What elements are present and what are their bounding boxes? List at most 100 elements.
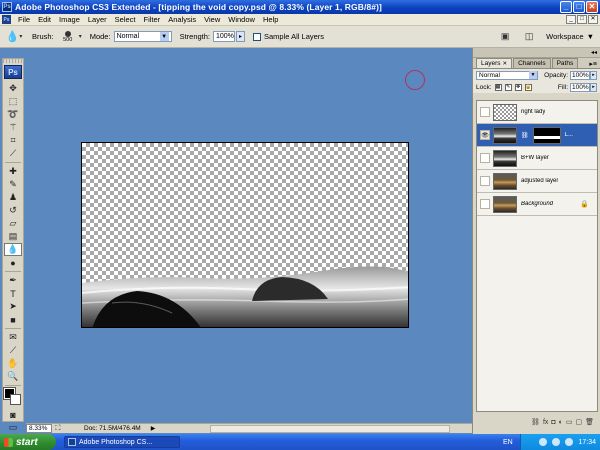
opacity-slider-button[interactable]: ▸: [590, 70, 597, 80]
tray-icon[interactable]: [539, 438, 548, 446]
fill-input[interactable]: 100%: [570, 82, 590, 92]
new-layer-icon[interactable]: ▢: [575, 418, 582, 426]
panel-menu-icon[interactable]: ▸≡: [589, 60, 600, 68]
layer-mask-thumbnail[interactable]: [532, 126, 561, 144]
network-icon[interactable]: [565, 438, 574, 446]
visibility-toggle[interactable]: [480, 199, 490, 209]
status-menu-icon[interactable]: ▶: [151, 425, 156, 432]
lock-all-icon[interactable]: 🔒: [524, 83, 532, 91]
dodge-icon[interactable]: ●: [4, 256, 22, 269]
background-color[interactable]: [10, 394, 21, 405]
close-icon[interactable]: ✕: [503, 61, 508, 67]
new-group-icon[interactable]: ▭: [566, 418, 573, 426]
tab-layers[interactable]: Layers ✕: [476, 58, 513, 68]
tool-preset-picker[interactable]: 💧 ▾: [4, 28, 24, 46]
tab-paths[interactable]: Paths: [551, 58, 579, 68]
close-button[interactable]: ✕: [586, 1, 598, 13]
doc-minimize-button[interactable]: _: [566, 15, 576, 24]
marquee-icon[interactable]: ⬚: [4, 95, 22, 108]
tab-channels[interactable]: Channels: [513, 58, 551, 68]
type-icon[interactable]: T: [4, 287, 22, 300]
slice-icon[interactable]: ⟋: [4, 147, 22, 160]
bridge-icon[interactable]: ▣: [498, 30, 512, 42]
trash-icon[interactable]: 🗑: [585, 418, 594, 426]
panel-grip[interactable]: [3, 59, 23, 63]
palette-well-icon[interactable]: ◫: [522, 30, 536, 42]
color-swatches[interactable]: [3, 387, 22, 406]
crop-icon[interactable]: ⌗: [4, 134, 22, 147]
visibility-toggle[interactable]: [480, 153, 490, 163]
opacity-input[interactable]: 100%: [570, 70, 590, 80]
layer-row[interactable]: B+W layer: [477, 147, 597, 170]
add-mask-icon[interactable]: ◘: [551, 419, 555, 426]
eyedropper-icon[interactable]: ⟋: [4, 344, 22, 357]
lasso-icon[interactable]: ➰: [4, 108, 22, 121]
magic-wand-icon[interactable]: ⚚: [4, 121, 22, 134]
lock-position-icon[interactable]: ✥: [514, 83, 522, 91]
taskbar-item-photoshop[interactable]: Adobe Photoshop CS...: [64, 436, 180, 448]
fill-slider-button[interactable]: ▸: [590, 82, 597, 92]
volume-icon[interactable]: [552, 438, 561, 446]
lock-transparency-icon[interactable]: ▦: [494, 83, 502, 91]
layer-row[interactable]: Background 🔒: [477, 193, 597, 216]
screen-mode-icon[interactable]: ▭: [4, 421, 22, 434]
menu-analysis[interactable]: Analysis: [164, 15, 200, 24]
menu-layer[interactable]: Layer: [84, 15, 111, 24]
hand-icon[interactable]: ✋: [4, 357, 22, 370]
ps-logo[interactable]: Ps: [4, 65, 22, 79]
menu-filter[interactable]: Filter: [140, 15, 165, 24]
menu-file[interactable]: File: [14, 15, 34, 24]
zoom-field[interactable]: 8.33%: [26, 424, 52, 433]
maximize-button[interactable]: □: [573, 1, 585, 13]
move-icon[interactable]: ✥: [4, 82, 22, 95]
gradient-icon[interactable]: ▤: [4, 230, 22, 243]
layer-row[interactable]: 👁 ⛓ L...: [477, 124, 597, 147]
clone-stamp-icon[interactable]: ♟: [4, 191, 22, 204]
lock-pixels-icon[interactable]: ✎: [504, 83, 512, 91]
menu-help[interactable]: Help: [259, 15, 282, 24]
pen-icon[interactable]: ✒: [4, 274, 22, 287]
menu-edit[interactable]: Edit: [34, 15, 55, 24]
chevron-down-icon[interactable]: ▾: [79, 33, 82, 40]
link-layers-icon[interactable]: ⛓: [531, 418, 540, 426]
layer-row[interactable]: adjusted layer: [477, 170, 597, 193]
sample-all-layers-checkbox[interactable]: [253, 32, 261, 41]
language-indicator[interactable]: EN: [503, 439, 513, 446]
notes-icon[interactable]: ✉: [4, 331, 22, 344]
panel-dock-header[interactable]: ◂◂: [473, 48, 600, 58]
document-canvas[interactable]: [81, 142, 409, 328]
chain-icon[interactable]: ⛓: [521, 132, 529, 139]
minimize-button[interactable]: _: [560, 1, 572, 13]
blend-mode-select[interactable]: Normal ▼: [476, 70, 538, 80]
path-selection-icon[interactable]: ➤: [4, 300, 22, 313]
blur-icon[interactable]: 💧: [4, 243, 22, 256]
zoom-icon[interactable]: 🔍: [4, 370, 22, 383]
quick-mask-icon[interactable]: ◙: [4, 408, 22, 421]
doc-restore-button[interactable]: □: [577, 15, 587, 24]
healing-brush-icon[interactable]: ✚: [4, 165, 22, 178]
menu-view[interactable]: View: [200, 15, 224, 24]
brush-picker[interactable]: 500: [57, 28, 79, 46]
history-brush-icon[interactable]: ↺: [4, 204, 22, 217]
brush-icon[interactable]: ✎: [4, 178, 22, 191]
strength-slider-button[interactable]: ▸: [236, 31, 245, 42]
document-icon[interactable]: Ps: [2, 15, 11, 24]
horizontal-scrollbar[interactable]: [210, 425, 450, 433]
visibility-toggle[interactable]: [480, 176, 490, 186]
start-button[interactable]: start: [0, 434, 56, 450]
mode-select[interactable]: Normal ▼: [113, 31, 172, 42]
doc-close-button[interactable]: ✕: [588, 15, 598, 24]
eraser-icon[interactable]: ▱: [4, 217, 22, 230]
menu-image[interactable]: Image: [55, 15, 84, 24]
layer-style-icon[interactable]: fx: [543, 419, 548, 426]
layer-row[interactable]: right lady: [477, 101, 597, 124]
eye-icon[interactable]: 👁: [480, 130, 490, 140]
adjustment-layer-icon[interactable]: ◐: [559, 419, 563, 426]
status-info-icon[interactable]: ⛶: [52, 425, 64, 433]
menu-window[interactable]: Window: [224, 15, 259, 24]
workspace-button[interactable]: Workspace ▼: [546, 32, 594, 41]
visibility-toggle[interactable]: [480, 107, 490, 117]
menu-select[interactable]: Select: [111, 15, 140, 24]
strength-input[interactable]: 100%: [213, 31, 235, 42]
shape-icon[interactable]: ■: [4, 313, 22, 326]
